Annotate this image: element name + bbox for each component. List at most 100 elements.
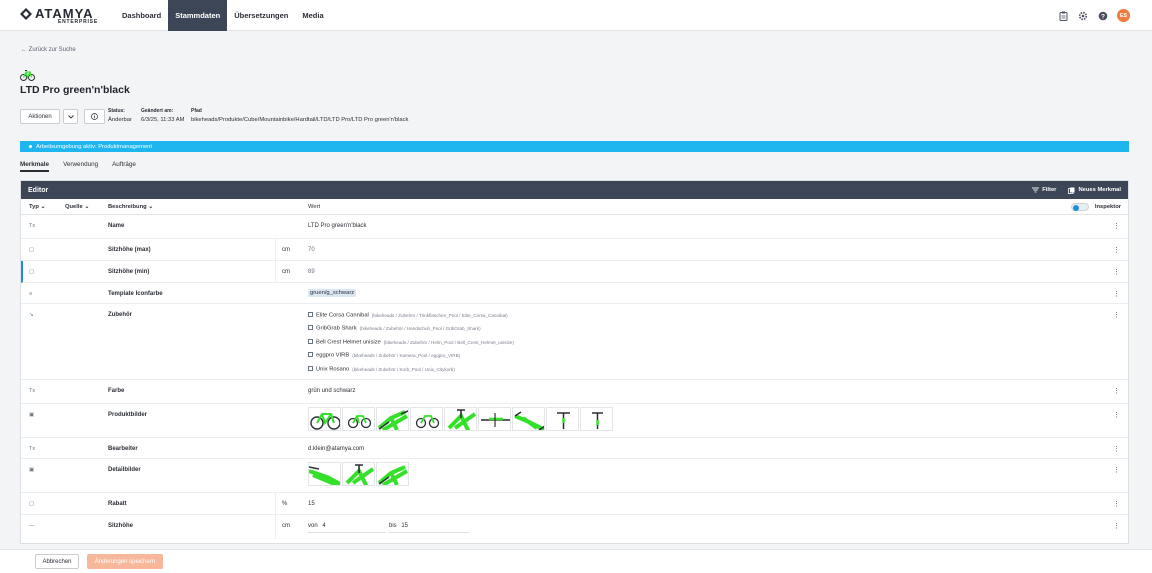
row-value[interactable]: gruen/g_schwarz <box>308 289 357 297</box>
accessory-item[interactable]: GribGrab Shark (bikeheads / Zubehör / Han… <box>308 325 481 332</box>
accessory-item[interactable]: Bell Crest Helmet unisize (bikeheads / Zu… <box>308 339 514 346</box>
list-type-icon: ≡ <box>29 291 33 297</box>
row-value[interactable]: 70 <box>308 247 315 253</box>
detail-thumbnail[interactable] <box>308 462 341 486</box>
logo[interactable]: ATAMYA ENTERPRISE <box>20 6 104 26</box>
path-value: bikeheads/Produkte/Cube/Mountainbike/Har… <box>191 117 409 123</box>
more-vertical-icon[interactable]: ⋮ <box>1113 445 1120 453</box>
actions-button[interactable]: Aktionen <box>20 109 60 124</box>
row-seat-height-range[interactable]: — Sitzhöhe cm von 4 bis 15 ⋮ <box>21 515 1128 539</box>
row-value[interactable]: 89 <box>308 269 315 275</box>
row-seat-height-min[interactable]: ▢ Sitzhöhe (min) cm 89 ⋮ <box>21 261 1128 283</box>
product-image-list <box>308 407 613 431</box>
bike-rear-thumbnail[interactable] <box>580 407 613 431</box>
banner-text: Arbeitsumgebung aktiv: Produktmanagement <box>36 143 153 150</box>
col-type-label: Typ <box>29 204 39 210</box>
row-farbe[interactable]: Tx Farbe grün und schwarz ⋮ <box>21 380 1128 404</box>
detail-thumbnail[interactable] <box>342 462 375 486</box>
bike-thumbnail[interactable] <box>308 407 341 431</box>
more-vertical-icon[interactable]: ⋮ <box>1113 387 1120 395</box>
main-nav: Dashboard Stammdaten Übersetzungen Media <box>115 0 331 31</box>
row-rabatt[interactable]: ▢ Rabatt % 15 ⋮ <box>21 493 1128 515</box>
range-type-icon: — <box>29 523 35 529</box>
row-value[interactable]: d.klein@atamya.com <box>308 446 364 452</box>
row-desc: Sitzhöhe (max) <box>108 247 151 253</box>
col-source[interactable]: Quelle ⌄ <box>65 204 89 210</box>
more-vertical-icon[interactable]: ⋮ <box>1113 222 1120 230</box>
bike-thumbnail[interactable] <box>342 407 375 431</box>
row-desc: Detailbilder <box>108 467 141 473</box>
cancel-button[interactable]: Abbrechen <box>35 554 79 569</box>
more-vertical-icon[interactable]: ⋮ <box>1113 246 1120 254</box>
bike-front-thumbnail[interactable] <box>546 407 579 431</box>
filter-button[interactable]: Filter <box>1032 187 1056 193</box>
row-name[interactable]: Tx Name LTD Pro green'n'black ⋮ <box>21 215 1128 239</box>
more-vertical-icon[interactable]: ⋮ <box>1113 411 1120 419</box>
range-from[interactable]: von 4 <box>308 523 386 533</box>
row-detailbilder[interactable]: ▣ Detailbilder ⋮ <box>21 459 1128 493</box>
accessory-item[interactable]: Unix Rosano (bikeheads / Zubehör / Korb_P… <box>308 366 455 373</box>
row-desc: Rabatt <box>108 501 127 507</box>
more-vertical-icon[interactable]: ⋮ <box>1113 466 1120 474</box>
nav-stammdaten[interactable]: Stammdaten <box>168 0 228 31</box>
back-to-search-link[interactable]: ← Zurück zur Suche <box>21 47 76 53</box>
bike-frame-thumbnail[interactable] <box>376 407 409 431</box>
accessory-path: (bikeheads / Zubehör / Kamera_Pool / egg… <box>352 352 461 358</box>
chevron-down-icon[interactable] <box>63 109 78 124</box>
inspector-toggle[interactable] <box>1071 203 1089 211</box>
unit-label: cm <box>282 523 290 529</box>
col-description[interactable]: Beschreibung ⌄ <box>108 204 153 210</box>
row-zubehoer[interactable]: ↘ Zubehör Elite Corsa Cannibal (bikeheads… <box>21 304 1128 380</box>
tab-merkmale[interactable]: Merkmale <box>20 158 50 172</box>
accessory-item[interactable]: eggpro VIRB (bikeheads / Zubehör / Kamera… <box>308 352 460 359</box>
range-from-value: 4 <box>322 523 326 529</box>
text-type-icon: Tx <box>29 388 36 394</box>
link-icon <box>308 325 313 330</box>
tab-verwendung[interactable]: Verwendung <box>63 158 98 172</box>
detail-thumbnail[interactable] <box>376 462 409 486</box>
bike-detail-thumbnail[interactable] <box>444 407 477 431</box>
info-icon[interactable] <box>84 109 105 124</box>
unit-label: cm <box>282 269 290 275</box>
path-meta: Pfad bikeheads/Produkte/Cube/Mountainbik… <box>191 108 408 123</box>
clipboard-icon[interactable] <box>1057 10 1069 22</box>
row-value[interactable]: 15 <box>308 501 315 507</box>
row-value[interactable]: grün und schwarz <box>308 388 355 394</box>
accessory-name: GribGrab Shark <box>316 325 357 332</box>
row-seat-height-max[interactable]: ▢ Sitzhöhe (max) cm 70 ⋮ <box>21 239 1128 261</box>
nav-dashboard[interactable]: Dashboard <box>115 0 168 31</box>
accessory-item[interactable]: Elite Corsa Cannibal (bikeheads / Zubehör… <box>308 312 508 319</box>
new-feature-button[interactable]: Neues Merkmal <box>1068 187 1121 194</box>
svg-text:?: ? <box>1101 13 1105 20</box>
col-type[interactable]: Typ ⌄ <box>29 204 45 210</box>
detail-image-list <box>308 462 409 486</box>
more-vertical-icon[interactable]: ⋮ <box>1113 268 1120 276</box>
copy-icon <box>1068 187 1075 194</box>
more-vertical-icon[interactable]: ⋮ <box>1113 290 1120 298</box>
more-vertical-icon[interactable]: ⋮ <box>1113 500 1120 508</box>
row-template-iconfarbe[interactable]: ≡ Template Iconfarbe gruen/g_schwarz ⋮ <box>21 283 1128 304</box>
bike-top-thumbnail[interactable] <box>478 407 511 431</box>
save-changes-button[interactable]: Änderungen speichern <box>87 554 163 569</box>
tabs: Merkmale Verwendung Aufträge <box>20 158 136 172</box>
avatar[interactable]: ES <box>1117 9 1130 22</box>
more-vertical-icon[interactable]: ⋮ <box>1113 522 1120 530</box>
accessory-path: (bikeheads / Zubehör / Trinkflaschen_Poo… <box>371 312 508 318</box>
bike-thumbnail[interactable] <box>410 407 443 431</box>
range-to[interactable]: bis 15 <box>389 523 469 533</box>
link-icon <box>308 366 313 371</box>
nav-media[interactable]: Media <box>295 0 330 31</box>
value-chip[interactable]: gruen/g_schwarz <box>308 289 357 297</box>
help-icon[interactable]: ? <box>1097 10 1109 22</box>
row-bearbeiter[interactable]: Tx Bearbeiter d.klein@atamya.com ⋮ <box>21 438 1128 459</box>
logo-icon <box>20 8 32 20</box>
bike-frame-thumbnail[interactable] <box>512 407 545 431</box>
tab-auftraege[interactable]: Aufträge <box>112 158 136 172</box>
gear-icon[interactable] <box>1077 10 1089 22</box>
nav-uebersetzungen[interactable]: Übersetzungen <box>227 0 295 31</box>
col-value: Wert <box>308 204 321 210</box>
unit-cell: cm <box>275 515 305 539</box>
row-produktbilder[interactable]: ▣ Produktbilder ⋮ <box>21 404 1128 438</box>
row-value[interactable]: LTD Pro green'n'black <box>308 223 367 229</box>
more-vertical-icon[interactable]: ⋮ <box>1113 311 1120 319</box>
